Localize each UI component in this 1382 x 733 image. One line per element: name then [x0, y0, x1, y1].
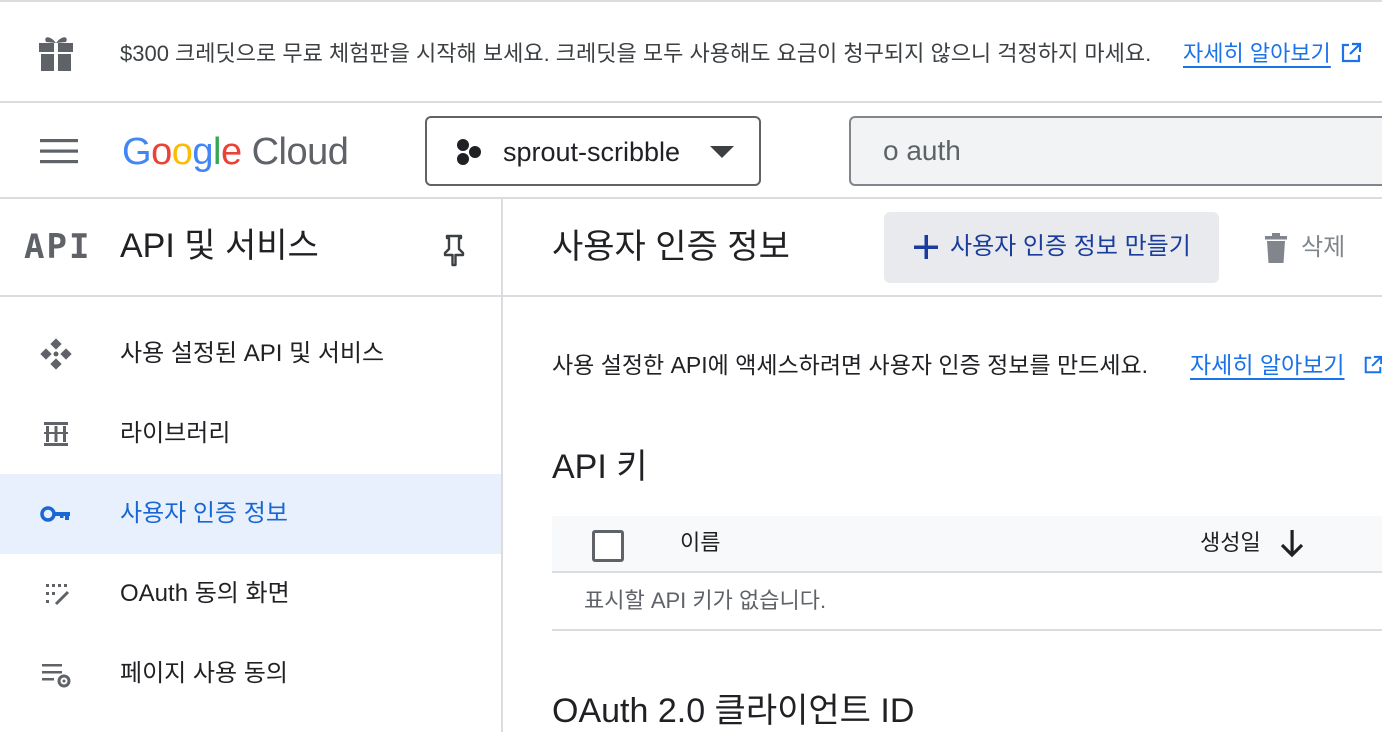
column-header-name[interactable]: 이름 [680, 528, 720, 558]
sidebar-item-enabled-apis[interactable]: 사용 설정된 API 및 서비스 [0, 314, 501, 394]
intro-learn-more-link[interactable]: 자세히 알아보기 [1190, 349, 1345, 381]
google-cloud-logo[interactable]: Google Cloud [122, 129, 349, 175]
logo-letter: o [151, 131, 172, 173]
promo-message: $300 크레딧으로 무료 체험판을 시작해 보세요. 크레딧을 모두 사용해도… [120, 41, 1152, 66]
search-input[interactable] [849, 116, 1382, 186]
dropdown-caret-icon [710, 146, 734, 158]
sidebar-title: API 및 서비스 [120, 227, 319, 265]
intro-text: 사용 설정한 API에 액세스하려면 사용자 인증 정보를 만드세요. [552, 352, 1149, 378]
create-credentials-button[interactable]: 사용자 인증 정보 만들기 [884, 212, 1219, 283]
sidebar-item-label: 페이지 사용 동의 [120, 660, 288, 687]
logo-letter: o [171, 131, 193, 173]
sidebar-item-label: 사용 설정된 API 및 서비스 [120, 340, 385, 367]
api-keys-table-header: 이름 생성일 [552, 516, 1382, 573]
gift-icon [39, 37, 73, 71]
sidebar-item-oauth-consent[interactable]: OAuth 동의 화면 [0, 554, 501, 634]
library-icon [44, 422, 68, 446]
logo-letter: l [212, 131, 221, 173]
project-selector[interactable]: sprout-scribble [425, 116, 761, 186]
section-divider [503, 295, 1382, 297]
column-header-created[interactable]: 생성일 [1200, 528, 1261, 558]
sidebar-item-label: 사용자 인증 정보 [120, 500, 288, 527]
api-logo-icon: API [24, 227, 92, 267]
logo-letter: e [220, 131, 242, 173]
pin-icon[interactable] [440, 233, 468, 267]
sidebar-item-library[interactable]: 라이브러리 [0, 394, 501, 474]
diamond-dots-icon [40, 338, 72, 370]
sidebar: API API 및 서비스 사용 설정된 API 및 서비스 라이브러리 사용자… [0, 199, 503, 732]
page-title: 사용자 인증 정보 [552, 228, 790, 266]
consent-screen-icon [46, 584, 70, 606]
empty-state-text: 표시할 API 키가 없습니다. [584, 588, 827, 613]
sidebar-item-label: OAuth 동의 화면 [120, 580, 290, 607]
api-keys-heading: API 키 [552, 448, 648, 486]
logo-letter: g [192, 131, 213, 173]
logo-letter: G [122, 131, 152, 173]
external-link-icon[interactable] [1363, 355, 1382, 375]
plus-icon [914, 235, 938, 259]
create-credentials-label: 사용자 인증 정보 만들기 [950, 233, 1191, 260]
arrow-down-icon[interactable] [1280, 528, 1304, 558]
delete-label: 삭제 [1301, 234, 1346, 261]
cloud-wordmark: Cloud [251, 131, 349, 173]
trash-icon [1265, 233, 1287, 263]
sidebar-header: API API 및 서비스 [0, 199, 501, 297]
project-hexagons-icon [457, 139, 481, 165]
oauth-clients-heading: OAuth 2.0 클라이언트 ID [552, 692, 915, 730]
select-all-checkbox[interactable] [592, 530, 624, 562]
promo-banner: $300 크레딧으로 무료 체험판을 시작해 보세요. 크레딧을 모두 사용해도… [0, 0, 1382, 103]
hamburger-menu-icon[interactable] [40, 137, 78, 165]
key-icon [40, 506, 70, 522]
sidebar-item-label: 라이브러리 [120, 420, 231, 447]
promo-learn-more-link[interactable]: 자세히 알아보기 [1183, 38, 1331, 70]
sidebar-item-credentials[interactable]: 사용자 인증 정보 [0, 474, 501, 554]
table-empty-row: 표시할 API 키가 없습니다. [552, 573, 1382, 631]
list-settings-icon [42, 664, 71, 688]
delete-button[interactable]: 삭제 [1261, 229, 1381, 269]
google-wordmark: Google [122, 131, 242, 173]
top-header: Google Cloud sprout-scribble [0, 103, 1382, 199]
external-link-icon[interactable] [1340, 42, 1362, 64]
main-content: 사용자 인증 정보 사용자 인증 정보 만들기 삭제 사용 설정한 API에 액… [503, 199, 1382, 732]
project-name: sprout-scribble [503, 137, 681, 167]
sidebar-item-page-usage-agreement[interactable]: 페이지 사용 동의 [0, 634, 501, 714]
